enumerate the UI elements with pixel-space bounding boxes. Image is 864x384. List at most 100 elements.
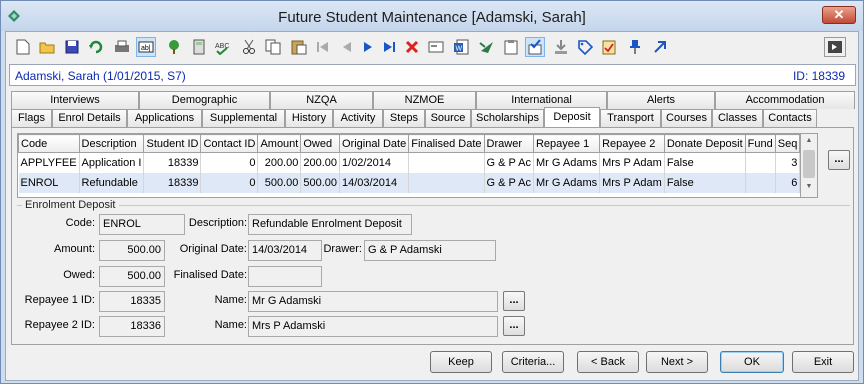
column-header[interactable]: Donate Deposit xyxy=(663,134,746,153)
cell: G & P Ac xyxy=(484,172,534,193)
tab-deposit[interactable]: Deposit xyxy=(544,107,600,127)
tab-supplemental[interactable]: Supplemental xyxy=(202,109,285,127)
spell-check-icon[interactable]: ABC xyxy=(213,37,233,57)
column-header[interactable]: Description xyxy=(78,134,145,153)
refresh-icon[interactable] xyxy=(86,37,106,57)
repayee1-id-field[interactable]: 18335 xyxy=(99,291,165,312)
open-icon[interactable] xyxy=(37,37,57,57)
ok-button[interactable]: OK xyxy=(720,351,784,373)
pin-icon[interactable] xyxy=(625,37,645,57)
column-header[interactable]: Finalised Date xyxy=(408,134,485,153)
column-header[interactable]: Contact ID xyxy=(200,134,259,153)
delete-icon[interactable] xyxy=(402,37,422,57)
cell: 200.00 xyxy=(257,152,302,173)
next-button[interactable]: Next > xyxy=(646,351,708,373)
column-header[interactable]: Owed xyxy=(300,134,341,153)
enrolment-deposit-group: Enrolment Deposit Code: ENROL Descriptio… xyxy=(17,199,850,340)
toolbar: ab| ABC W xyxy=(6,32,858,62)
arrow-icon[interactable] xyxy=(650,37,670,57)
exit-button[interactable]: Exit xyxy=(792,351,854,373)
keep-button[interactable]: Keep xyxy=(430,351,492,373)
criteria-button[interactable]: Criteria... xyxy=(502,351,564,373)
tab-contacts[interactable]: Contacts xyxy=(763,109,817,127)
table-row[interactable]: APPLYFEE Application I 18339 0 200.00 20… xyxy=(18,152,800,173)
scroll-down-icon[interactable]: ▼ xyxy=(801,180,817,194)
tab-demographic[interactable]: Demographic xyxy=(139,91,270,109)
column-header[interactable]: Original Date xyxy=(339,134,410,153)
column-header[interactable]: Repayee 2 xyxy=(599,134,665,153)
grid-scrollbar[interactable]: ▲ ▼ xyxy=(801,133,818,198)
paste-icon[interactable] xyxy=(289,37,309,57)
tab-interviews[interactable]: Interviews xyxy=(11,91,139,109)
repayee2-id-field[interactable]: 18336 xyxy=(99,316,165,337)
scroll-thumb[interactable] xyxy=(803,150,815,178)
deposit-grid: Code Description Student ID Contact ID A… xyxy=(17,133,801,198)
owed-field[interactable]: 500.00 xyxy=(99,266,165,287)
drawer-field[interactable]: G & P Adamski xyxy=(364,240,496,261)
cell xyxy=(745,172,776,193)
tab-scholarships[interactable]: Scholarships xyxy=(471,109,544,127)
column-header[interactable]: Student ID xyxy=(143,134,202,153)
tab-source[interactable]: Source xyxy=(425,109,471,127)
column-header[interactable]: Repayee 1 xyxy=(532,134,601,153)
tab-alerts[interactable]: Alerts xyxy=(607,91,715,109)
copy-icon[interactable] xyxy=(263,37,283,57)
column-header[interactable]: Amount xyxy=(257,134,302,153)
save-icon[interactable] xyxy=(62,37,82,57)
repayee2-lookup-button[interactable]: ... xyxy=(503,316,525,336)
column-header[interactable]: Fund xyxy=(744,134,776,153)
exit-app-icon[interactable] xyxy=(824,37,846,57)
clipboard-icon[interactable] xyxy=(501,37,521,57)
column-header[interactable]: Code xyxy=(18,134,80,153)
tab-transport[interactable]: Transport xyxy=(600,109,661,127)
grid-ellipsis-button[interactable]: ... xyxy=(828,150,850,170)
last-record-icon[interactable] xyxy=(379,37,399,57)
tab-steps[interactable]: Steps xyxy=(383,109,425,127)
tab-applications[interactable]: Applications xyxy=(127,109,202,127)
tab-accommodation[interactable]: Accommodation xyxy=(715,91,855,109)
tab-nzmoe[interactable]: NZMOE xyxy=(373,91,476,109)
first-record-icon[interactable] xyxy=(313,37,333,57)
tab-activity[interactable]: Activity xyxy=(333,109,383,127)
next-record-icon[interactable] xyxy=(358,37,378,57)
amount-field[interactable]: 500.00 xyxy=(99,240,165,261)
scroll-up-icon[interactable]: ▲ xyxy=(801,134,817,148)
repayee2-name-field[interactable]: Mrs P Adamski xyxy=(248,316,498,337)
name2-label: Name: xyxy=(214,319,247,331)
tab-flags[interactable]: Flags xyxy=(11,109,52,127)
back-button[interactable]: < Back xyxy=(577,351,639,373)
close-button[interactable]: ✕ xyxy=(822,6,856,24)
tab-classes[interactable]: Classes xyxy=(712,109,763,127)
repayee1-lookup-button[interactable]: ... xyxy=(503,291,525,311)
cut-icon[interactable] xyxy=(239,37,259,57)
description-field[interactable]: Refundable Enrolment Deposit xyxy=(248,214,412,235)
calculator-icon[interactable] xyxy=(189,37,209,57)
text-field-icon[interactable]: ab| xyxy=(136,37,156,57)
tab-courses[interactable]: Courses xyxy=(661,109,712,127)
print-icon[interactable] xyxy=(112,37,132,57)
repayee1-name-field[interactable]: Mr G Adamski xyxy=(248,291,498,312)
cell: 6 xyxy=(775,172,800,193)
word-icon[interactable]: W xyxy=(451,37,471,57)
tree-icon[interactable] xyxy=(164,37,184,57)
column-header[interactable]: Seq xyxy=(774,134,800,153)
tab-nzqa[interactable]: NZQA xyxy=(270,91,373,109)
original-date-field[interactable]: 14/03/2014 xyxy=(248,240,322,261)
button-bar: Keep Criteria... < Back Next > OK Exit xyxy=(6,349,858,379)
table-row[interactable]: ENROL Refundable 18339 0 500.00 500.00 1… xyxy=(18,172,800,193)
new-icon[interactable] xyxy=(13,37,33,57)
repayee1-id-label: Repayee 1 ID: xyxy=(24,294,95,306)
previous-record-icon[interactable] xyxy=(337,37,357,57)
checklist-icon[interactable] xyxy=(599,37,619,57)
download-icon[interactable] xyxy=(551,37,571,57)
card-icon[interactable] xyxy=(426,37,446,57)
tag-icon[interactable] xyxy=(575,37,595,57)
column-header[interactable]: Drawer xyxy=(483,134,534,153)
code-field[interactable]: ENROL xyxy=(99,214,185,235)
tab-enrol-details[interactable]: Enrol Details xyxy=(52,109,127,127)
tab-history[interactable]: History xyxy=(285,109,333,127)
finalised-date-field[interactable] xyxy=(248,266,322,287)
send-icon[interactable] xyxy=(477,37,497,57)
approve-icon[interactable] xyxy=(525,37,545,57)
finalised-date-label: Finalised Date: xyxy=(173,269,247,281)
